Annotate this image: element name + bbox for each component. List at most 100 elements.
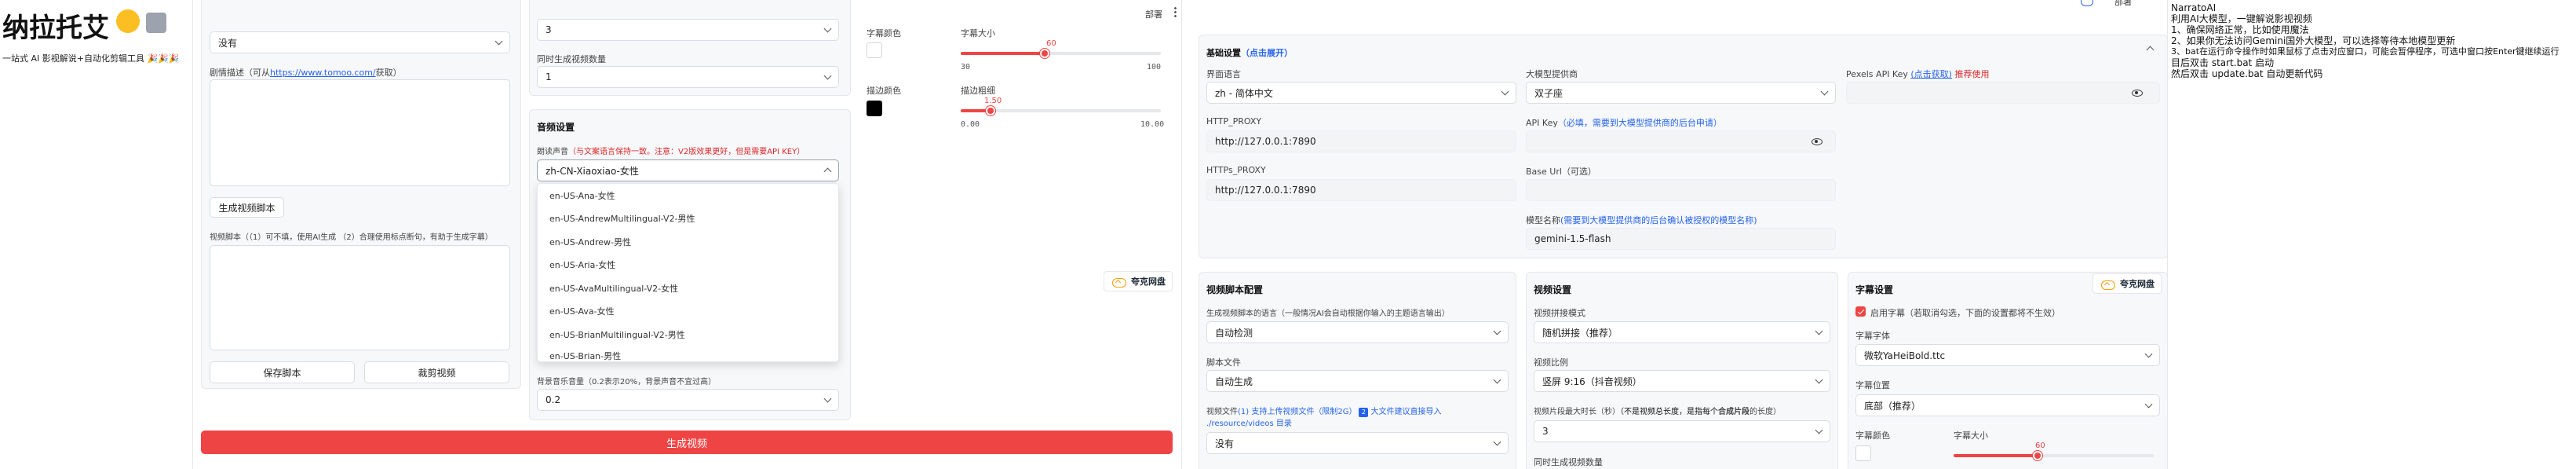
voice-option[interactable]: en-US-Andrew-男性 [538, 230, 838, 254]
script-lang-select[interactable]: 自动检测 [1206, 321, 1509, 343]
quark-drive-badge[interactable]: 夸克网盘 [1104, 271, 1173, 291]
stroke-width-max: 10.00 [1140, 120, 1165, 129]
chevron-down-icon [1815, 327, 1823, 335]
page: 纳拉托艾 一站式 AI 影视解说+自动化剪辑工具 🎉🎉🎉 没有 剧情描述（可从h… [0, 0, 2576, 469]
chevron-down-icon [823, 394, 832, 402]
quark-drive-badge[interactable]: 夸克网盘 [2093, 273, 2162, 294]
menu-icon[interactable] [1174, 6, 1177, 17]
video-file-select[interactable]: 没有 [1206, 432, 1509, 454]
save-script-button[interactable]: 保存脚本 [210, 361, 355, 383]
voice-option[interactable]: en-US-Brian-男性 [538, 346, 838, 362]
stroke-color-swatch[interactable] [867, 101, 882, 116]
font-color-swatch[interactable] [1855, 445, 1871, 461]
voice-option[interactable]: en-US-Ana-女性 [538, 184, 838, 207]
bgm-volume-select[interactable]: 0.2 [537, 389, 839, 411]
chevron-down-icon [823, 24, 832, 32]
script-file-select[interactable]: 自动生成 [1206, 370, 1509, 392]
stroke-width-label: 描边粗细 [961, 86, 995, 96]
video-file-path: ./resource/videos 目录 [1206, 420, 1292, 428]
info-line: 目后双击 start.bat 启动 [2171, 57, 2275, 68]
api-key-input[interactable] [1526, 130, 1836, 152]
llm-provider-select[interactable]: 双子座 [1526, 82, 1836, 104]
cloud-upload-icon [1111, 276, 1126, 288]
ui-language-select[interactable]: zh - 简体中文 [1206, 82, 1516, 104]
video-script-label: 视频脚本（（1）可不填，使用AI生成 （2）合理使用标点断句，有助于生成字幕） [210, 233, 493, 242]
http-proxy-input[interactable]: http://127.0.0.1:7890 [1206, 130, 1516, 152]
voice-option[interactable]: en-US-AvaMultilingual-V2-女性 [538, 277, 838, 300]
font-color-swatch[interactable] [867, 42, 882, 58]
stroke-width-slider[interactable] [961, 106, 1161, 115]
subtitle-settings-title: 字幕设置 [1855, 284, 1894, 295]
app-title: 纳拉托艾 [2, 13, 109, 44]
right-info-panel: NarratoAI 利用AI大模型，一键解说影视视频 1、确保网络正常，比如使用… [2167, 0, 2576, 469]
deploy-button[interactable]: 部署 [1145, 8, 1162, 20]
show-password-icon[interactable] [1812, 138, 1823, 145]
deploy-button[interactable]: 部署 [2114, 0, 2132, 8]
chevron-down-icon [494, 37, 503, 45]
subtitle-settings-card [1848, 272, 2167, 469]
info-line: 1、确保网络正常，比如使用魔法 [2171, 24, 2309, 35]
screen-settings: 部署 基础设置（点击展开） 界面语言 zh - 简体中文 HTTP_PROXY … [1181, 0, 2167, 469]
position-select[interactable]: 底部（推荐） [1855, 394, 2160, 416]
llm-provider-label: 大模型提供商 [1526, 69, 1578, 79]
clip-duration-select[interactable]: 3 [1534, 420, 1830, 442]
left-intro-panel: 纳拉托艾 一站式 AI 影视解说+自动化剪辑工具 🎉🎉🎉 [0, 0, 192, 469]
voice-dropdown-list[interactable]: en-US-Ana-女性 en-US-AndrewMultilingual-V2… [537, 183, 839, 362]
voice-option[interactable]: en-US-BrianMultilingual-V2-男性 [538, 323, 838, 346]
font-size-slider[interactable] [961, 49, 1161, 58]
generate-video-button[interactable]: 生成视频 [201, 431, 1173, 454]
https-proxy-input[interactable]: http://127.0.0.1:7890 [1206, 179, 1516, 201]
info-line: 利用AI大模型，一键解说影视视频 [2171, 13, 2312, 24]
generate-script-button[interactable]: 生成视频脚本 [210, 197, 284, 218]
concat-mode-label: 视频拼接模式 [1534, 308, 1585, 318]
video-script-config-title: 视频脚本配置 [1206, 284, 1264, 295]
font-size-value: 60 [1046, 39, 1056, 48]
top-number-select[interactable]: 3 [537, 19, 839, 41]
chevron-down-icon [1493, 327, 1501, 335]
bgm-volume-label: 背景音乐音量（0.2表示20%，背景声音不宜过高） [537, 378, 717, 387]
ui-language-label: 界面语言 [1206, 69, 1241, 79]
font-label: 字幕字体 [1855, 331, 1890, 341]
info-line: 3、bat在运行命令操作时如果鼠标了点击对应窗口，可能会暂停程序，可选中窗口按E… [2171, 46, 2560, 57]
script-language-select[interactable]: 没有 [210, 31, 510, 53]
video-script-textarea[interactable] [210, 245, 510, 350]
http-proxy-label: HTTP_PROXY [1206, 116, 1262, 126]
font-size-min: 30 [961, 63, 971, 71]
cloud-upload-icon [2100, 278, 2115, 290]
show-password-icon[interactable] [2132, 90, 2143, 97]
base-url-input[interactable] [1526, 179, 1836, 201]
drama-description-textarea[interactable] [210, 79, 510, 186]
tomoo-link[interactable]: https://www.tomoo.com/ [270, 68, 376, 78]
voice-option[interactable]: en-US-Aria-女性 [538, 254, 838, 277]
concurrent-count-select[interactable]: 1 [537, 66, 839, 88]
pexels-link[interactable]: (点击获取) [1910, 69, 1952, 79]
font-size-slider[interactable] [1954, 451, 2154, 460]
voice-option[interactable]: en-US-Ava-女性 [538, 300, 838, 324]
concat-mode-select[interactable]: 随机拼接（推荐） [1534, 321, 1830, 343]
crop-video-button[interactable]: 裁剪视频 [364, 361, 509, 383]
stroke-width-min: 0.00 [961, 120, 980, 129]
chevron-down-icon [1493, 438, 1501, 445]
font-size-thumb[interactable] [2033, 451, 2043, 460]
video-file-label: 视频文件(1) 支持上传视频文件（限制2G） 2 大文件建议直接导入 [1206, 407, 1442, 417]
chevron-down-icon [2144, 350, 2153, 357]
drama-description-label: 剧情描述（可从https://www.tomoo.com/获取） [210, 68, 402, 78]
info-line: 然后双击 update.bat 自动更新代码 [2171, 68, 2323, 79]
pexels-key-input[interactable] [1846, 82, 2160, 104]
font-size-fill [961, 52, 1045, 55]
chevron-down-icon [823, 71, 832, 79]
voice-label: 朗读声音（与文案语言保持一致。注意：V2版效果更好，但是需要API KEY） [537, 148, 805, 156]
font-size-label: 字幕大小 [1954, 431, 1988, 441]
font-color-label: 字幕颜色 [867, 28, 901, 38]
chevron-down-icon [1820, 87, 1829, 95]
model-name-input[interactable]: gemini-1.5-flash [1526, 228, 1836, 250]
subtitle-settings-card [859, 0, 1181, 420]
aspect-select[interactable]: 竖屏 9:16（抖音视频） [1534, 370, 1830, 392]
font-select[interactable]: 微软YaHeiBold.ttc [1855, 344, 2160, 366]
pexels-key-label: Pexels API Key (点击获取) 推荐使用 [1846, 69, 1990, 79]
enable-subtitle-checkbox[interactable] [1855, 306, 1866, 317]
font-size-thumb[interactable] [1040, 49, 1050, 58]
voice-select[interactable]: zh-CN-Xiaoxiao-女性 [537, 159, 839, 181]
concurrent-count-label: 同时生成视频数量 [537, 54, 606, 64]
voice-option[interactable]: en-US-AndrewMultilingual-V2-男性 [538, 207, 838, 231]
